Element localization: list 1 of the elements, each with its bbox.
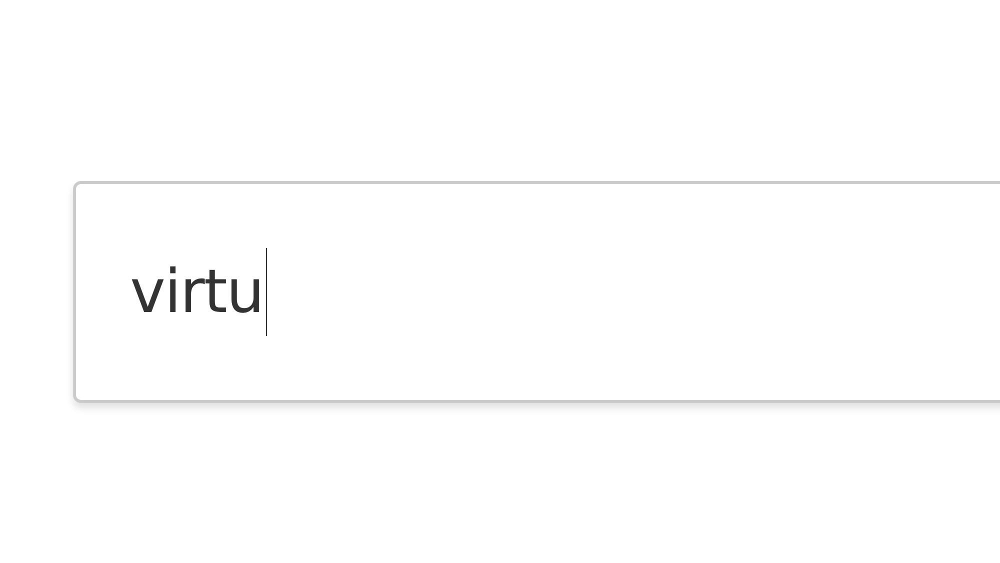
- text-field[interactable]: virtu: [73, 181, 1000, 403]
